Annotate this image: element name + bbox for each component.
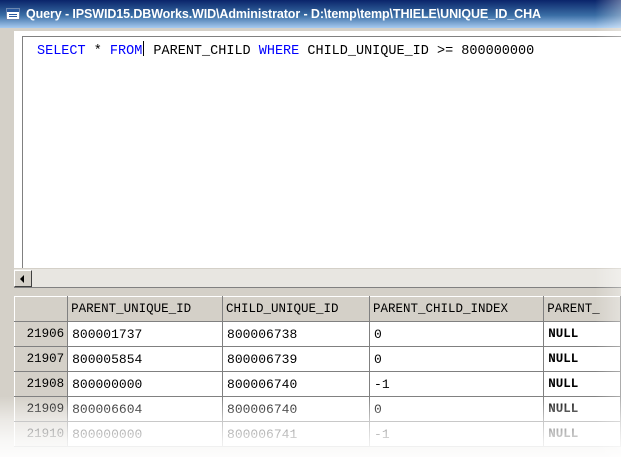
table-cell[interactable]: 800006739: [222, 346, 371, 372]
query-window: Query - IPSWID15.DBWorks.WID\Administrat…: [0, 0, 621, 457]
results-table: PARENT_UNIQUE_ID CHILD_UNIQUE_ID PARENT_…: [14, 296, 621, 447]
column-header-parent-unique-id[interactable]: PARENT_UNIQUE_ID: [67, 296, 224, 322]
table-row[interactable]: 21910 800000000 800006741 -1 NULL: [14, 421, 621, 447]
table-cell[interactable]: NULL: [543, 321, 621, 347]
horizontal-scrollbar[interactable]: [14, 268, 621, 288]
window-title: Query - IPSWID15.DBWorks.WID\Administrat…: [26, 7, 541, 21]
title-bar[interactable]: Query - IPSWID15.DBWorks.WID\Administrat…: [0, 0, 621, 28]
header-row: PARENT_UNIQUE_ID CHILD_UNIQUE_ID PARENT_…: [14, 296, 621, 322]
table-cell[interactable]: NULL: [543, 346, 621, 372]
table-cell[interactable]: -1: [369, 421, 545, 447]
query-window-icon[interactable]: [6, 8, 20, 20]
table-cell[interactable]: 0: [369, 321, 545, 347]
row-number[interactable]: 21910: [14, 421, 69, 447]
table-row[interactable]: 21909 800006604 800006740 0 NULL: [14, 396, 621, 422]
sql-keyword-where: WHERE: [258, 44, 300, 59]
table-cell[interactable]: NULL: [543, 371, 621, 397]
arrow-left-icon[interactable]: [14, 270, 32, 287]
sql-keyword-from: FROM: [109, 44, 143, 59]
sql-condition: CHILD_UNIQUE_ID >= 800000000: [299, 44, 535, 59]
table-cell[interactable]: 0: [369, 396, 545, 422]
table-cell[interactable]: 800000000: [67, 371, 224, 397]
sql-table-name: PARENT_CHILD: [145, 44, 259, 59]
sql-editor[interactable]: SELECT * FROM PARENT_CHILD WHERE CHILD_U…: [0, 28, 621, 268]
table-cell[interactable]: NULL: [543, 421, 621, 447]
table-cell[interactable]: 800005854: [67, 346, 224, 372]
table-cell[interactable]: 800006738: [222, 321, 371, 347]
editor-left-gutter: [0, 268, 14, 290]
table-cell[interactable]: 800006741: [222, 421, 371, 447]
table-cell[interactable]: -1: [369, 371, 545, 397]
sql-star: *: [85, 44, 110, 59]
row-number[interactable]: 21908: [14, 371, 69, 397]
sql-query-line[interactable]: SELECT * FROM PARENT_CHILD WHERE CHILD_U…: [37, 41, 534, 59]
table-row[interactable]: 21907 800005854 800006739 0 NULL: [14, 346, 621, 372]
sql-editor-text-area[interactable]: SELECT * FROM PARENT_CHILD WHERE CHILD_U…: [22, 36, 621, 268]
row-number[interactable]: 21907: [14, 346, 69, 372]
table-cell[interactable]: NULL: [543, 396, 621, 422]
column-header-parent-child-index[interactable]: PARENT_CHILD_INDEX: [369, 296, 545, 322]
table-cell[interactable]: 0: [369, 346, 545, 372]
table-row[interactable]: 21906 800001737 800006738 0 NULL: [14, 321, 621, 347]
table-row[interactable]: 21908 800000000 800006740 -1 NULL: [14, 371, 621, 397]
table-cell[interactable]: 800001737: [67, 321, 224, 347]
row-number[interactable]: 21909: [14, 396, 69, 422]
row-number[interactable]: 21906: [14, 321, 69, 347]
results-grid[interactable]: PARENT_UNIQUE_ID CHILD_UNIQUE_ID PARENT_…: [14, 296, 621, 457]
column-header-parent-partial[interactable]: PARENT_: [543, 296, 621, 322]
grid-corner[interactable]: [14, 296, 69, 322]
table-cell[interactable]: 800006740: [222, 371, 371, 397]
table-cell[interactable]: 800006740: [222, 396, 371, 422]
sql-keyword-select: SELECT: [37, 44, 86, 59]
column-header-child-unique-id[interactable]: CHILD_UNIQUE_ID: [222, 296, 371, 322]
table-cell[interactable]: 800006604: [67, 396, 224, 422]
table-cell[interactable]: 800000000: [67, 421, 224, 447]
